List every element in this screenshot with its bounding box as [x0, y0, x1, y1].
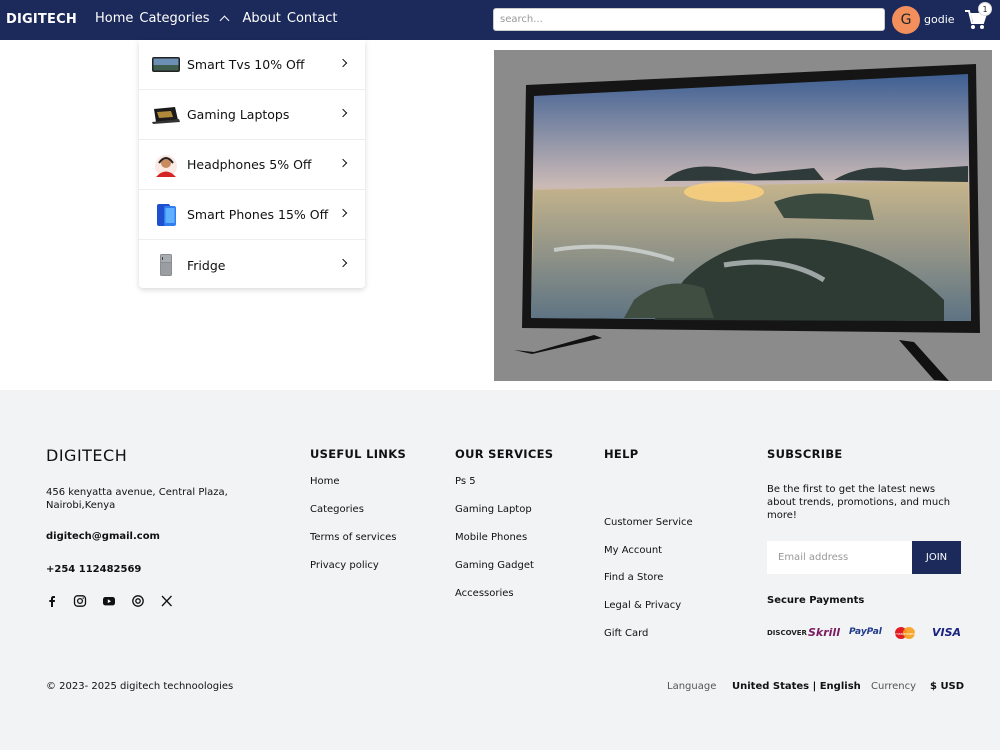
footer-address: 456 kenyatta avenue, Central Plaza, Nair…: [46, 487, 228, 511]
dropdown-item-label: Smart Phones 15% Off: [187, 207, 329, 222]
help-title: HELP: [604, 447, 639, 461]
language-label: Language: [667, 681, 717, 692]
footer-link-gaming-laptop[interactable]: Gaming Laptop: [455, 504, 532, 515]
cart-count-badge: 1: [978, 2, 992, 16]
skrill-logo: Skrill: [808, 626, 840, 639]
language-selector[interactable]: United States | English: [732, 681, 861, 692]
headphones-thumbnail: [155, 154, 177, 177]
footer-link-privacy[interactable]: Privacy policy: [310, 560, 379, 571]
footer-link-gift-card[interactable]: Gift Card: [604, 628, 648, 639]
instagram-icon[interactable]: [73, 595, 87, 607]
tv-illustration: [494, 50, 992, 381]
footer-brand: DIGITECH: [46, 446, 128, 465]
footer-link-legal-privacy[interactable]: Legal & Privacy: [604, 600, 681, 611]
email-field[interactable]: [767, 541, 913, 574]
chevron-right-icon: [338, 158, 348, 168]
nav-home-link[interactable]: Home: [95, 11, 133, 26]
footer-link-terms[interactable]: Terms of services: [310, 532, 396, 543]
categories-dropdown: Smart Tvs 10% Off Gaming Laptops Headpho…: [139, 40, 365, 288]
services-title: OUR SERVICES: [455, 447, 554, 461]
footer-link-categories[interactable]: Categories: [310, 504, 364, 515]
footer-link-accessories[interactable]: Accessories: [455, 588, 514, 599]
chevron-right-icon: [338, 258, 348, 268]
secure-payments-label: Secure Payments: [767, 595, 865, 606]
subscribe-title: SUBSCRIBE: [767, 447, 843, 461]
pinterest-icon[interactable]: [131, 595, 145, 607]
search-input[interactable]: [493, 8, 885, 31]
dropdown-item-headphones[interactable]: Headphones 5% Off: [139, 140, 365, 190]
paypal-logo: PayPal: [849, 627, 882, 637]
footer-link-my-account[interactable]: My Account: [604, 545, 662, 556]
nav-categories-link[interactable]: Categories: [139, 11, 209, 26]
logo[interactable]: DIGITECH: [6, 12, 77, 27]
subscribe-text: Be the first to get the latest news abou…: [767, 484, 951, 521]
footer-link-gaming-gadget[interactable]: Gaming Gadget: [455, 560, 534, 571]
dropdown-item-label: Gaming Laptops: [187, 107, 290, 122]
footer-link-ps5[interactable]: Ps 5: [455, 476, 476, 487]
chevron-right-icon: [338, 58, 348, 68]
dropdown-item-fridge[interactable]: Fridge: [139, 240, 365, 290]
gaming-laptop-thumbnail: [152, 106, 180, 124]
footer-link-mobile-phones[interactable]: Mobile Phones: [455, 532, 527, 543]
mastercard-logo: mastercard: [895, 627, 915, 639]
nav-contact-link[interactable]: Contact: [287, 11, 338, 26]
youtube-icon[interactable]: [102, 595, 116, 607]
currency-label: Currency: [871, 681, 917, 692]
avatar[interactable]: G: [892, 6, 920, 34]
hero-tv-image[interactable]: [494, 50, 992, 381]
discover-logo: DISCOVER: [767, 629, 807, 637]
dropdown-item-smart-tvs[interactable]: Smart Tvs 10% Off: [139, 40, 365, 90]
facebook-icon[interactable]: [46, 595, 58, 607]
dropdown-item-label: Fridge: [187, 257, 226, 273]
smart-tv-thumbnail: [152, 56, 180, 72]
copyright: © 2023- 2025 digitech technoologies: [46, 681, 234, 692]
dropdown-item-label: Smart Tvs 10% Off: [187, 57, 305, 72]
chevron-right-icon: [338, 108, 348, 118]
chevron-up-icon[interactable]: [220, 15, 230, 25]
dropdown-item-gaming-laptops[interactable]: Gaming Laptops: [139, 90, 365, 140]
dropdown-item-smart-phones[interactable]: Smart Phones 15% Off: [139, 190, 365, 240]
footer-email[interactable]: digitech@gmail.com: [46, 531, 160, 542]
footer-link-customer-service[interactable]: Customer Service: [604, 517, 693, 528]
username[interactable]: godie: [924, 13, 955, 26]
useful-links-title: USEFUL LINKS: [310, 447, 407, 461]
footer-link-home[interactable]: Home: [310, 476, 340, 487]
visa-logo: VISA: [932, 626, 962, 639]
currency-selector[interactable]: $ USD: [930, 681, 964, 692]
x-twitter-icon[interactable]: [160, 595, 174, 607]
dropdown-item-label: Headphones 5% Off: [187, 157, 312, 172]
join-button[interactable]: JOIN: [912, 541, 961, 574]
smart-phone-thumbnail: [157, 203, 176, 226]
social-links: [46, 595, 174, 607]
navbar: DIGITECH Home Categories About Contact G…: [0, 0, 1000, 40]
footer-phone[interactable]: +254 112482569: [46, 564, 141, 575]
nav-links: Home Categories About Contact: [95, 11, 337, 26]
chevron-right-icon: [338, 208, 348, 218]
nav-about-link[interactable]: About: [242, 11, 280, 26]
mastercard-text: mastercard: [895, 632, 914, 636]
footer-link-find-store[interactable]: Find a Store: [604, 572, 663, 583]
fridge-thumbnail: [160, 254, 172, 276]
